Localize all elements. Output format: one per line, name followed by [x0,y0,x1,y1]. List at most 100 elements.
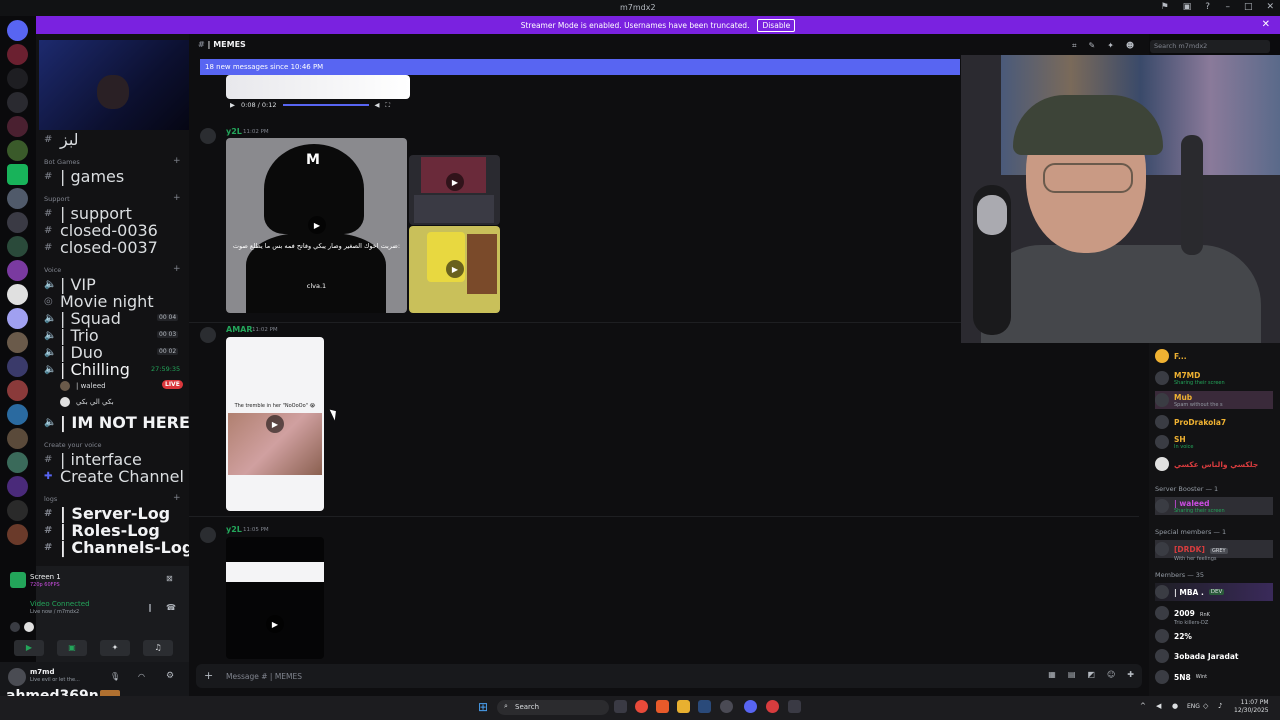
video-attachment[interactable]: ▶ [409,226,500,313]
inbox-icon[interactable]: ⚑ [1161,2,1169,12]
user-avatar[interactable] [8,668,26,686]
steam-icon[interactable] [698,700,711,713]
camera-button[interactable]: ▶ [14,640,44,656]
video-attachment[interactable]: The tremble in her "NoOoOo" 😭 ▶ [226,337,324,511]
server-icon[interactable] [7,476,28,497]
add-channel-icon[interactable]: + [173,193,181,203]
server-icon[interactable] [7,404,28,425]
member-item[interactable]: F... [1155,347,1187,365]
brave-icon[interactable] [656,700,669,713]
volume-tray-icon[interactable]: ◀ [1156,702,1161,710]
voice-channel-duo[interactable]: 🔈 | Duo [44,343,103,362]
speaker-tray-icon[interactable]: ♪ [1218,702,1222,710]
channel-movie-night[interactable]: ◎ Movie night [44,292,154,311]
add-channel-icon[interactable]: + [173,156,181,166]
obs-icon[interactable] [766,700,779,713]
stop-stream-icon[interactable]: ⊠ [166,574,173,583]
channel-closed-0036[interactable]: # closed-0036 [44,221,158,240]
channel-server-log[interactable]: # | Server-Log [44,504,170,523]
server-icon[interactable] [7,428,28,449]
avatar[interactable] [200,128,216,144]
member-item[interactable]: 5N8 Wint [1155,668,1207,686]
member-item[interactable]: 3obada Jaradat [1155,647,1238,665]
channel-channels-log[interactable]: # | Channels-Log [44,538,193,557]
mic-tray-icon[interactable]: ● [1172,702,1178,710]
voice-user[interactable]: بكي الي بكي [60,395,114,409]
voice-channel-trio[interactable]: 🔈 | Trio [44,326,99,345]
member-item[interactable]: جلكسي والناس عكسي [1155,455,1258,473]
server-icon[interactable] [7,524,28,545]
server-icon[interactable] [7,164,28,185]
category-support[interactable]: Support [44,195,70,203]
close-window-icon[interactable]: ✕ [1266,2,1274,12]
channel-create[interactable]: ✚ Create Channel [44,467,184,486]
play-icon[interactable]: ▶ [266,415,284,433]
fullscreen-icon[interactable]: ⛶ [386,101,391,110]
member-item[interactable]: SH In voice [1155,433,1193,451]
channel-support[interactable]: # | support [44,204,132,223]
member-item[interactable]: M7MD Sharing their screen [1155,369,1225,387]
server-icon[interactable] [7,500,28,521]
channel-games[interactable]: # | games [44,167,124,186]
tray-chevron-icon[interactable]: ^ [1140,702,1146,710]
help-icon[interactable]: ? [1205,2,1210,12]
mic-icon[interactable]: 🎙 [110,672,120,681]
share-screen-button[interactable]: ▣ [57,640,87,656]
server-icon[interactable] [7,212,28,233]
category-voice[interactable]: Voice [44,266,61,274]
avatar[interactable] [200,327,216,343]
search-input[interactable]: Search m7mdx2 [1150,40,1270,53]
video-attachment[interactable]: M ضربت اخوك الصغير وصار يبكي وفاتح فمه ب… [226,138,407,313]
activities-button[interactable]: ✦ [100,640,130,656]
pin-icon[interactable]: ✦ [1107,41,1114,51]
channel-interface[interactable]: # | interface [44,450,142,469]
wifi-icon[interactable]: ◇ [1203,702,1208,710]
threads-icon[interactable]: ⌗ [1072,41,1077,51]
monitor-icon[interactable]: ▣ [1183,2,1192,12]
member-item[interactable]: 2009 RnK Trio killers-DZ [1155,604,1210,626]
server-icon[interactable] [7,332,28,353]
add-channel-icon[interactable]: + [173,493,181,503]
new-messages-bar[interactable]: 18 new messages since 10:46 PM [200,59,960,75]
message-input-bar[interactable]: + Message # | MEMES ▦ ▤ ◩ ☺ ✚ [196,664,1142,688]
headphones-icon[interactable]: ◠ [138,672,145,681]
message-author[interactable]: AMAR [226,325,253,334]
noise-suppression-icon[interactable]: ∥ [148,603,152,612]
category-bot-games[interactable]: Bot Games [44,158,80,166]
disconnect-icon[interactable]: ☎ [166,603,176,612]
play-icon[interactable]: ▶ [446,173,464,191]
member-item[interactable]: ProDrakola7 [1155,413,1226,431]
play-icon[interactable]: ▶ [266,615,284,633]
channel-item[interactable]: # لبز [44,130,79,149]
members-icon[interactable]: ☻ [1126,41,1134,51]
mute-icon[interactable]: ✎ [1089,41,1096,51]
minimize-icon[interactable]: – [1225,2,1230,12]
voice-channel-vip[interactable]: 🔈 | VIP [44,275,96,294]
apps-icon[interactable]: ✚ [1127,670,1134,679]
member-item[interactable]: 22% [1155,627,1192,645]
discord-taskbar-icon[interactable] [744,700,757,713]
app-icon[interactable] [720,700,733,713]
sticker-icon[interactable]: ◩ [1087,670,1095,679]
gift-icon[interactable]: ▦ [1048,670,1056,679]
channel-roles-log[interactable]: # | Roles-Log [44,521,160,540]
video-attachment[interactable]: ▶ [409,155,500,225]
chrome-icon[interactable] [635,700,648,713]
server-icon[interactable] [7,380,28,401]
member-item[interactable]: [DRDK] GREY With her feelings [1155,540,1273,562]
server-icon[interactable] [7,68,28,89]
settings-gear-icon[interactable]: ⚙ [166,671,174,681]
taskbar-search[interactable]: Search [497,700,609,715]
message-author[interactable]: y2L [226,525,242,534]
play-icon[interactable]: ▶ [308,216,326,234]
windows-start-icon[interactable]: ⊞ [478,700,488,714]
server-icon[interactable] [7,116,28,137]
member-item[interactable]: | MBA . DEV [1155,583,1273,601]
server-icon[interactable] [7,44,28,65]
category-create-voice[interactable]: Create your voice [44,441,102,449]
discord-home-icon[interactable] [7,20,28,41]
file-explorer-icon[interactable] [677,700,690,713]
server-icon[interactable] [7,92,28,113]
soundboard-button[interactable]: ♫ [143,640,173,656]
server-icon[interactable] [7,284,28,305]
